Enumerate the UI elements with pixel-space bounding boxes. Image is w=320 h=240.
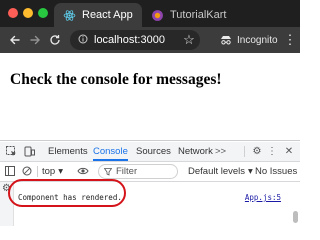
settings-gear-icon[interactable]: ⚙ [250,143,264,159]
menu-dots-icon[interactable]: ⋮ [281,31,299,49]
page-heading: Check the console for messages! [10,71,222,88]
devtools-tab-sources[interactable]: Sources [136,142,171,161]
react-icon [62,8,76,22]
eye-icon[interactable] [76,163,90,179]
incognito-button[interactable]: Incognito [214,31,284,49]
devtools-tab-network[interactable]: Network [178,142,213,161]
filter-input[interactable]: Filter [98,164,178,179]
arrow-left-icon [10,35,20,45]
tab-title: TutorialKart [170,9,227,21]
arrow-right-icon [30,35,40,45]
more-options-icon[interactable]: ⋮ [266,143,278,159]
browser-tab-strip: React App × TutorialKart [0,0,300,27]
clear-console-icon[interactable] [20,163,34,179]
context-label: top [42,166,56,177]
filter-placeholder: Filter [116,166,138,177]
back-button[interactable] [6,31,24,49]
log-levels-dropdown[interactable]: Default levels ▾ [188,164,253,179]
incognito-icon [221,36,231,45]
separator [244,146,245,157]
forward-button[interactable] [26,31,44,49]
site-info-icon[interactable] [78,31,88,49]
tab-title: React App [82,9,133,21]
sidebar-toggle-icon[interactable] [3,163,17,179]
close-devtools-icon[interactable]: ✕ [282,143,296,159]
page-viewport: Check the console for messages! [0,53,300,140]
log-source-link[interactable]: App.js:5 [245,193,281,202]
browser-toolbar: localhost:3000 ☆ Incognito ⋮ [0,27,300,53]
close-window-button[interactable] [8,8,18,18]
dropdown-arrow-icon: ▾ [58,166,63,177]
filter-icon [104,167,112,176]
maximize-window-button[interactable] [38,8,48,18]
more-tabs-button[interactable]: >> [215,142,226,161]
device-toolbar-icon[interactable] [21,143,37,159]
log-levels-label: Default levels [188,166,246,177]
dropdown-arrow-icon: ▾ [248,166,253,177]
reload-icon [50,35,60,45]
devtools-tab-console[interactable]: Console [93,142,128,161]
incognito-label: Incognito [237,34,278,46]
tab-react-app[interactable]: React App × [54,3,142,27]
devtools-tab-bar: Elements Console Sources Network >> ⚙ ⋮ … [0,142,300,162]
red-highlight-annotation [8,179,126,207]
minimize-window-button[interactable] [23,8,33,18]
reload-button[interactable] [46,31,64,49]
tutorialkart-icon [150,8,164,22]
separator [37,166,38,177]
scroll-thumb[interactable] [293,211,298,223]
inspect-element-icon[interactable] [3,143,19,159]
console-scrollbar[interactable] [293,183,298,225]
devtools-tab-elements[interactable]: Elements [48,142,88,161]
url-text: localhost:3000 [94,34,165,46]
bookmark-star-icon[interactable]: ☆ [180,31,198,49]
issues-button[interactable]: No Issues [255,164,297,179]
context-selector[interactable]: top ▾ [42,164,63,179]
tab-tutorialkart[interactable]: TutorialKart [142,3,300,27]
